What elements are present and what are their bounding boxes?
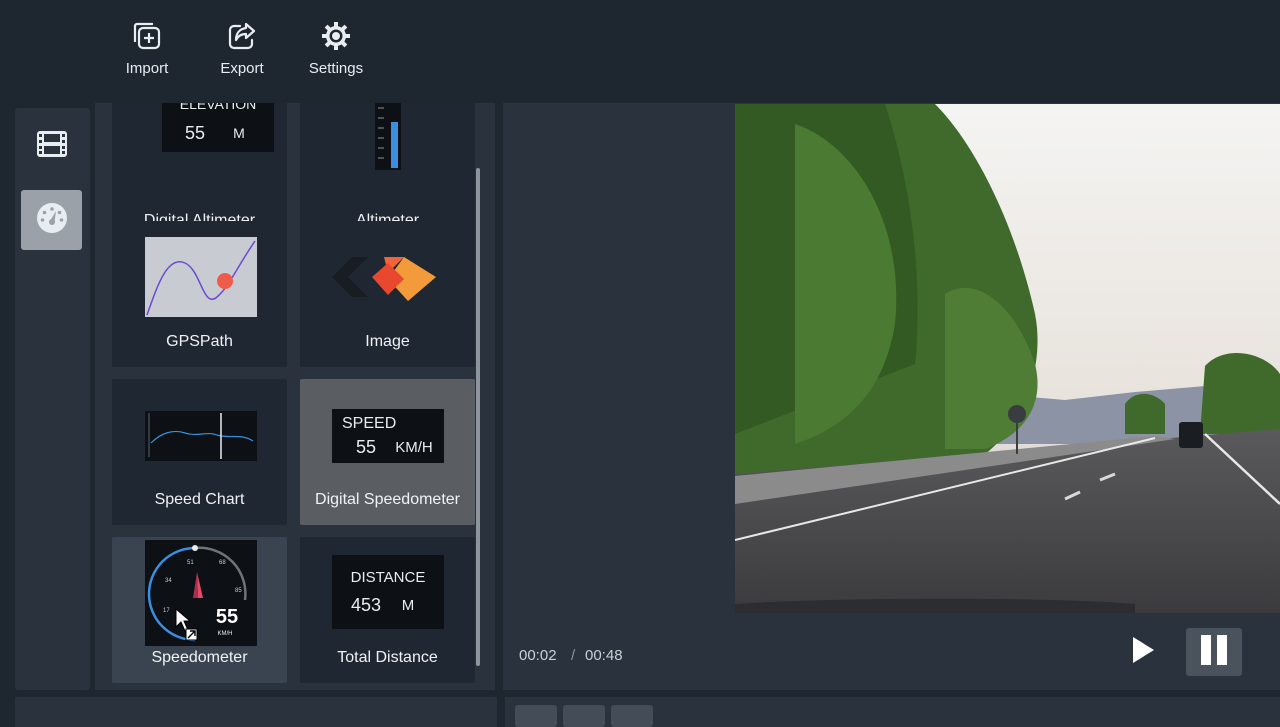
road-scene-image xyxy=(735,104,1280,613)
import-icon xyxy=(129,18,165,54)
settings-label: Settings xyxy=(308,60,364,77)
preview-title: SPEED xyxy=(342,415,396,432)
top-toolbar: Import Export Settings xyxy=(0,0,1280,103)
speed-chart-preview xyxy=(145,411,257,461)
video-frame[interactable] xyxy=(735,104,1280,613)
timeline-tool-button[interactable] xyxy=(563,705,605,727)
preview-value: 55 xyxy=(216,606,238,628)
total-time: 00:48 xyxy=(585,647,623,664)
tick-label: 85 xyxy=(235,588,242,594)
left-rail xyxy=(15,108,90,690)
preview-title: ELEVATION xyxy=(180,103,257,112)
preview-title: DISTANCE xyxy=(351,569,426,586)
import-button[interactable]: Import xyxy=(102,18,192,88)
widget-speedometer[interactable]: 34 51 68 85 17 55 KM/H Speedometer xyxy=(112,537,287,683)
tile-label: Image xyxy=(365,333,410,350)
preview-unit: KM/H xyxy=(218,631,233,637)
import-label: Import xyxy=(125,60,169,77)
play-button[interactable] xyxy=(1123,630,1163,674)
widget-panel: ELEVATION 55 M Digital Altimeter Altimet… xyxy=(95,103,495,690)
preview-value: 55 xyxy=(356,437,376,457)
digital-speedometer-preview: SPEED 55 KM/H xyxy=(332,409,444,463)
timeline-tool-button[interactable] xyxy=(611,705,653,727)
tick-label: 51 xyxy=(187,560,194,566)
preview-value: 453 xyxy=(351,595,381,615)
tick-label: 34 xyxy=(165,578,172,584)
widget-digital-speedometer[interactable]: SPEED 55 KM/H Digital Speedometer xyxy=(300,379,475,525)
tile-label: Total Distance xyxy=(337,649,438,666)
tick-label: 17 xyxy=(163,608,170,614)
tile-label: GPSPath xyxy=(166,333,233,350)
settings-button[interactable]: Settings xyxy=(291,18,381,88)
preview-unit: KM/H xyxy=(395,439,433,456)
gear-icon xyxy=(318,18,354,54)
tile-label: Speedometer xyxy=(151,649,248,666)
panel-scrollbar[interactable] xyxy=(476,168,480,666)
rail-widgets-button[interactable] xyxy=(21,190,82,250)
mouse-cursor-icon xyxy=(175,607,198,641)
rail-media-button[interactable] xyxy=(21,116,82,176)
pause-icon xyxy=(1199,634,1229,671)
widget-total-distance[interactable]: DISTANCE 453 M Total Distance xyxy=(300,537,475,683)
pause-button[interactable] xyxy=(1186,628,1242,676)
film-icon xyxy=(36,130,68,163)
image-logo-preview xyxy=(332,257,436,301)
widget-gpspath[interactable]: GPSPath xyxy=(112,221,287,367)
export-button[interactable]: Export xyxy=(197,18,287,88)
widget-speed-chart[interactable]: Speed Chart xyxy=(112,379,287,525)
digital-altimeter-preview: ELEVATION 55 M xyxy=(162,103,274,152)
total-distance-preview: DISTANCE 453 M xyxy=(332,555,444,629)
tick-label: 68 xyxy=(219,560,226,566)
preview-unit: M xyxy=(402,597,415,614)
export-icon xyxy=(224,18,260,54)
preview-value: 55 xyxy=(185,123,205,143)
overlay-properties-panel xyxy=(15,697,497,727)
gauge-icon xyxy=(35,201,69,240)
export-label: Export xyxy=(220,60,264,77)
altimeter-preview xyxy=(375,103,401,170)
tile-label: Speed Chart xyxy=(154,491,245,508)
gpspath-preview xyxy=(145,237,257,317)
timeline-tool-button[interactable] xyxy=(515,705,557,727)
preview-unit: M xyxy=(233,125,245,141)
play-icon xyxy=(1130,635,1156,670)
tile-label: Digital Speedometer xyxy=(315,491,460,508)
current-time: 00:02 xyxy=(519,647,557,664)
time-separator: / xyxy=(571,647,576,664)
widget-image[interactable]: Image xyxy=(300,221,475,367)
